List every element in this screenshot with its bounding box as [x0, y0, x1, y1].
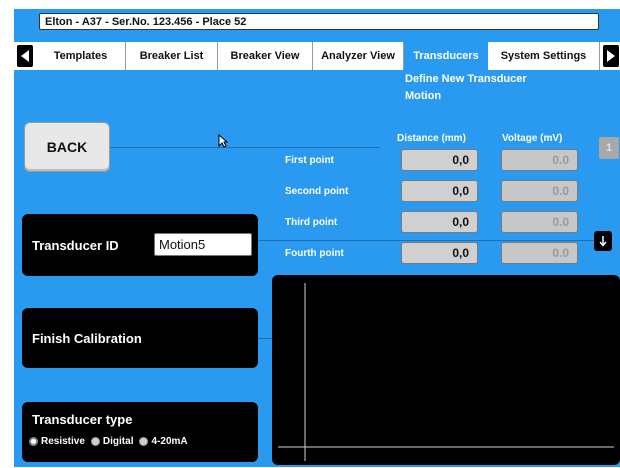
row-label-third-point: Third point	[285, 217, 338, 228]
calibration-graph	[272, 275, 620, 465]
tab-breaker-list[interactable]: Breaker List	[126, 42, 218, 70]
transducer-type-panel: Transducer type Resistive Digital 4-20mA	[22, 402, 258, 462]
subheading-transducer-name: Motion	[405, 90, 442, 102]
first-point-distance-field[interactable]: 0,0	[401, 149, 478, 171]
tab-transducers[interactable]: Transducers	[404, 42, 488, 70]
triangle-right-icon	[607, 50, 615, 62]
transducer-id-input[interactable]: Motion5	[154, 233, 252, 256]
radio-unselected-icon	[90, 437, 100, 446]
radio-label-digital: Digital	[102, 436, 134, 447]
tab-scroll-right-button[interactable]	[600, 42, 620, 70]
tab-scroll-left-button[interactable]	[14, 42, 36, 70]
finish-calibration-button[interactable]: Finish Calibration	[22, 308, 258, 368]
radio-selected-icon	[29, 437, 38, 446]
page-subheading: Define New Transducer Motion	[405, 71, 605, 105]
back-button[interactable]: BACK	[24, 122, 110, 172]
triangle-left-icon	[21, 50, 29, 62]
transducer-type-radio-group: Resistive Digital 4-20mA	[29, 436, 188, 447]
tab-system-settings[interactable]: System Settings	[488, 42, 600, 70]
tab-breaker-view[interactable]: Breaker View	[218, 42, 313, 70]
transducer-type-label: Transducer type	[32, 412, 133, 427]
voltage-column-header: Voltage (mV)	[502, 133, 563, 144]
first-point-voltage-field: 0.0	[501, 149, 578, 171]
tab-templates[interactable]: Templates	[36, 42, 126, 70]
row-label-second-point: Second point	[285, 186, 349, 197]
fourth-point-distance-field[interactable]: 0,0	[401, 242, 478, 264]
radio-unselected-icon	[139, 437, 149, 446]
radio-option-resistive[interactable]: Resistive	[29, 436, 85, 447]
scroll-down-button[interactable]	[594, 231, 612, 251]
divider-line	[258, 338, 272, 339]
app-screen: Elton - A37 - Ser.No. 123.456 - Place 52…	[14, 9, 620, 467]
subheading-title: Define New Transducer	[405, 73, 527, 85]
title-field: Elton - A37 - Ser.No. 123.456 - Place 52	[39, 13, 599, 30]
transducer-id-label: Transducer ID	[32, 238, 119, 253]
arrow-down-icon	[599, 236, 607, 247]
divider-line	[110, 147, 380, 148]
row-label-first-point: First point	[285, 155, 334, 166]
radio-option-digital[interactable]: Digital	[90, 436, 134, 447]
distance-column-header: Distance (mm)	[397, 133, 466, 144]
mouse-pointer-icon	[218, 134, 228, 148]
third-point-voltage-field: 0.0	[501, 211, 578, 233]
tab-analyzer-view[interactable]: Analyzer View	[313, 42, 404, 70]
fourth-point-voltage-field: 0.0	[501, 242, 578, 264]
radio-label-4-20ma: 4-20mA	[151, 436, 188, 447]
third-point-distance-field[interactable]: 0,0	[401, 211, 478, 233]
second-point-distance-field[interactable]: 0,0	[401, 180, 478, 202]
calibration-graph-canvas	[278, 283, 614, 461]
title-bar: Elton - A37 - Ser.No. 123.456 - Place 52	[14, 9, 620, 36]
radio-option-4-20ma[interactable]: 4-20mA	[139, 436, 188, 447]
tab-bar: Templates Breaker List Breaker View Anal…	[14, 42, 620, 70]
radio-label-resistive: Resistive	[41, 436, 85, 447]
transducer-id-panel: Transducer ID Motion5	[22, 214, 258, 276]
row-label-fourth-point: Fourth point	[285, 248, 344, 259]
second-point-voltage-field: 0.0	[501, 180, 578, 202]
divider-line	[258, 240, 598, 241]
page-number-button[interactable]: 1	[599, 137, 619, 159]
